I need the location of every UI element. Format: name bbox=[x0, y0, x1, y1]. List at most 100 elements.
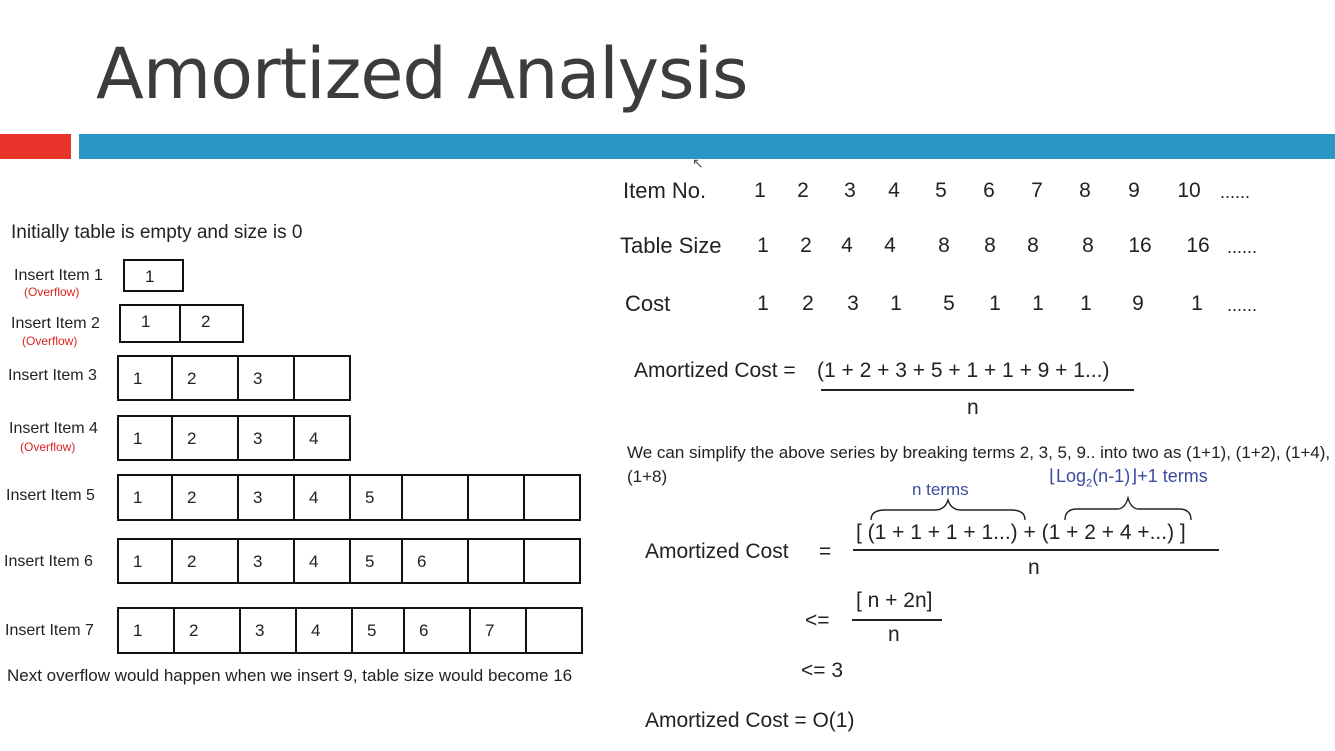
table-cell bbox=[523, 538, 581, 584]
le1-sign: <= bbox=[805, 609, 830, 632]
cost-table-cell: 1 bbox=[890, 292, 902, 315]
cost-table-ellipsis: ...... bbox=[1220, 182, 1251, 202]
eq1-fraction-bar bbox=[821, 389, 1134, 391]
cost-table-cell: 1 bbox=[1032, 292, 1044, 315]
eq1-lhs: Amortized Cost = bbox=[634, 359, 796, 382]
table-cell: 2 bbox=[173, 607, 241, 654]
table-cell: 4 bbox=[295, 607, 353, 654]
cost-table-cell: 5 bbox=[943, 292, 955, 315]
eq2-fraction-bar bbox=[853, 549, 1219, 551]
cost-table-cell: 1 bbox=[757, 234, 769, 257]
table-cell: 3 bbox=[237, 415, 295, 461]
cost-table-cell: 6 bbox=[983, 179, 995, 202]
cost-table-cell: 2 bbox=[797, 179, 809, 202]
intro-text: Initially table is empty and size is 0 bbox=[11, 222, 303, 243]
overflow-label: (Overflow) bbox=[22, 334, 78, 348]
eq2-lhs: Amortized Cost bbox=[645, 540, 789, 563]
cost-table-cell: 4 bbox=[888, 179, 900, 202]
cost-table-cell: 1 bbox=[989, 292, 1001, 315]
cost-table-cell: 4 bbox=[884, 234, 896, 257]
table-cell: 1 bbox=[117, 355, 173, 401]
mouse-cursor-icon: ↖ bbox=[692, 155, 704, 171]
cost-table-cell: 2 bbox=[802, 292, 814, 315]
table-cell: 5 bbox=[351, 607, 405, 654]
cost-table-row-header: Item No. bbox=[623, 178, 707, 203]
table-cell: 5 bbox=[349, 538, 403, 584]
le1-denominator: n bbox=[888, 623, 900, 646]
le1-numerator: [ n + 2n] bbox=[856, 589, 933, 612]
table-cell: 1 bbox=[117, 538, 173, 584]
insert-step-label: Insert Item 3 bbox=[8, 367, 97, 384]
le1-fraction-bar bbox=[852, 619, 942, 621]
simplify-paragraph: We can simplify the above series by brea… bbox=[627, 443, 1331, 486]
table-cell: 2 bbox=[171, 415, 239, 461]
table-cell: 3 bbox=[237, 355, 295, 401]
cost-table-cell: 8 bbox=[1082, 234, 1094, 257]
table-cell: 6 bbox=[403, 607, 471, 654]
table-cell: 2 bbox=[171, 474, 239, 521]
table-cell: 1 bbox=[117, 607, 175, 654]
eq1-denominator: n bbox=[967, 396, 979, 419]
table-cell bbox=[467, 474, 525, 521]
cost-table-row-header: Cost bbox=[625, 291, 671, 316]
cost-table-cell: 4 bbox=[841, 234, 853, 257]
eq2-denominator: n bbox=[1028, 556, 1040, 579]
log-terms-label: ⌊Log2(n-1)⌋+1 terms bbox=[1049, 466, 1208, 490]
table-cell: 1 bbox=[119, 304, 181, 343]
cost-table-row-header: Table Size bbox=[620, 233, 722, 258]
insert-step-label: Insert Item 1 bbox=[14, 267, 103, 284]
cost-table-cell: 3 bbox=[847, 292, 859, 315]
next-overflow-note: Next overflow would happen when we inser… bbox=[7, 666, 573, 685]
cost-table-ellipsis: ...... bbox=[1227, 237, 1258, 257]
accent-bar-blue bbox=[79, 134, 1335, 159]
table-cell: 4 bbox=[293, 538, 351, 584]
cost-table-ellipsis: ...... bbox=[1227, 295, 1258, 315]
table-cell bbox=[293, 355, 351, 401]
insert-step-label: Insert Item 2 bbox=[11, 315, 100, 332]
cost-table-cell: 16 bbox=[1128, 234, 1152, 257]
insert-step-label: Insert Item 5 bbox=[6, 487, 95, 504]
table-cell: 1 bbox=[117, 415, 173, 461]
final-result: Amortized Cost = O(1) bbox=[645, 709, 855, 732]
overflow-label: (Overflow) bbox=[20, 440, 76, 454]
table-cell: 4 bbox=[293, 474, 351, 521]
cost-table-cell: 1 bbox=[754, 179, 766, 202]
cost-table-cell: 8 bbox=[1027, 234, 1039, 257]
table-cell: 4 bbox=[293, 415, 351, 461]
cost-table-cell: 8 bbox=[938, 234, 950, 257]
slide-title: Amortized Analysis bbox=[96, 33, 748, 115]
insert-step-label: Insert Item 7 bbox=[5, 622, 94, 639]
table-cell: 3 bbox=[239, 607, 297, 654]
table-cell bbox=[467, 538, 525, 584]
cost-table-cell: 1 bbox=[1080, 292, 1092, 315]
cost-table-cell: 3 bbox=[844, 179, 856, 202]
insert-step-label: Insert Item 6 bbox=[4, 553, 93, 570]
table-cell: 2 bbox=[171, 355, 239, 401]
cost-table-cell: 10 bbox=[1177, 179, 1201, 202]
insert-step-label: Insert Item 4 bbox=[9, 420, 98, 437]
eq2-equals: = bbox=[819, 540, 832, 563]
table-cell bbox=[523, 474, 581, 521]
cost-table-cell: 8 bbox=[984, 234, 996, 257]
cost-table-cell: 8 bbox=[1079, 179, 1091, 202]
table-cell: 2 bbox=[171, 538, 239, 584]
n-terms-label: n terms bbox=[912, 480, 969, 499]
table-cell: 2 bbox=[179, 304, 244, 343]
table-cell bbox=[525, 607, 583, 654]
table-cell: 3 bbox=[237, 474, 295, 521]
overflow-label: (Overflow) bbox=[24, 285, 80, 299]
cost-table-cell: 1 bbox=[757, 292, 769, 315]
cost-table-cell: 1 bbox=[1191, 292, 1203, 315]
cost-table-cell: 7 bbox=[1031, 179, 1043, 202]
eq2-numerator: [ (1 + 1 + 1 + 1...) + (1 + 2 + 4 +...) … bbox=[856, 521, 1186, 544]
table-cell: 5 bbox=[349, 474, 403, 521]
table-cell: 1 bbox=[117, 474, 173, 521]
cost-table-cell: 9 bbox=[1132, 292, 1144, 315]
table-cell: 6 bbox=[401, 538, 469, 584]
cost-table-cell: 2 bbox=[800, 234, 812, 257]
le2-step: <= 3 bbox=[801, 659, 844, 682]
table-cell: 7 bbox=[469, 607, 527, 654]
accent-bar-red bbox=[0, 134, 71, 159]
cost-table-cell: 9 bbox=[1128, 179, 1140, 202]
eq1-numerator: (1 + 2 + 3 + 5 + 1 + 1 + 9 + 1...) bbox=[817, 359, 1110, 382]
